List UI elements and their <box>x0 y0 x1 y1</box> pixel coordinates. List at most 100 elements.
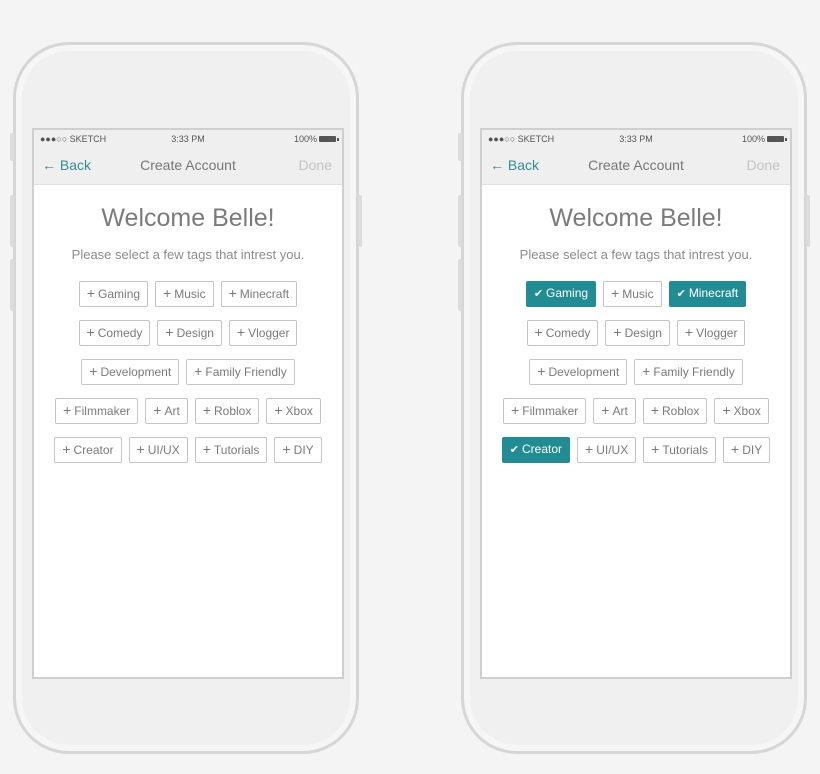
navigation-bar: ●●●○○ SKETCH 3:33 PM 100% ← Back Create … <box>482 130 790 185</box>
tag-creator-button[interactable]: ✔ Creator <box>501 437 571 463</box>
plus-icon: + <box>202 402 211 418</box>
tag-xbox-button[interactable]: + Xbox <box>714 398 769 424</box>
tag-label: DIY <box>293 443 314 457</box>
tag-label: Comedy <box>545 326 591 340</box>
instruction-text: Please select a few tags that intrest yo… <box>519 247 753 262</box>
tag-label: DIY <box>742 443 763 457</box>
plus-icon: + <box>650 402 659 418</box>
tag-creator-button[interactable]: + Creator <box>54 437 122 463</box>
tag-roblox-button[interactable]: + Roblox <box>194 398 260 424</box>
mute-switch <box>10 133 14 161</box>
tag-diy-button[interactable]: + DIY <box>274 437 322 463</box>
tag-row: + Creator + UI/UX + Tutorials + DIY <box>34 437 342 463</box>
welcome-heading: Welcome Belle! <box>549 204 723 232</box>
plus-icon: + <box>153 402 162 418</box>
tag-list: + Gaming + Music + Minecraft + Comedy + Design + Vl… <box>34 281 342 476</box>
tag-gaming-button[interactable]: + Gaming <box>78 281 149 307</box>
tag-label: Filmmaker <box>522 404 579 418</box>
tag-roblox-button[interactable]: + Roblox <box>642 398 708 424</box>
tag-ui-ux-button[interactable]: + UI/UX <box>128 437 188 463</box>
tag-label: Gaming <box>98 287 141 301</box>
tag-development-button[interactable]: + Development <box>81 359 180 385</box>
plus-icon: + <box>63 402 72 418</box>
status-bar: ●●●○○ SKETCH 3:33 PM 100% <box>34 134 342 148</box>
tag-filmmaker-button[interactable]: + Filmmaker <box>503 398 587 424</box>
plus-icon: + <box>731 441 740 457</box>
tag-row: + Filmmaker + Art + Roblox + Xbox <box>34 398 342 424</box>
tag-row: + Development + Family Friendly <box>34 359 342 385</box>
status-bar: ●●●○○ SKETCH 3:33 PM 100% <box>482 134 790 148</box>
plus-icon: + <box>537 363 546 379</box>
tag-label: Roblox <box>214 404 252 418</box>
tag-music-button[interactable]: + Music <box>155 281 214 307</box>
tag-design-button[interactable]: + Design <box>605 320 670 346</box>
done-button[interactable]: Done <box>747 157 780 173</box>
plus-icon: + <box>684 324 694 340</box>
tag-ui-ux-button[interactable]: + UI/UX <box>577 437 637 463</box>
battery-percent: 100% <box>293 134 317 144</box>
tag-label: Vlogger <box>696 326 738 340</box>
tag-vlogger-button[interactable]: + Vlogger <box>676 320 746 346</box>
tag-comedy-button[interactable]: + Comedy <box>78 320 151 346</box>
tag-tutorials-button[interactable]: + Tutorials <box>194 437 268 463</box>
tag-row: ✔ Creator + UI/UX + Tutorials + DIY <box>482 437 790 463</box>
volume-up-button <box>10 195 14 247</box>
volume-up-button <box>458 195 462 247</box>
tag-diy-button[interactable]: + DIY <box>723 437 771 463</box>
checkmark-icon: ✔ <box>533 288 544 300</box>
plus-icon: + <box>163 285 172 301</box>
welcome-heading: Welcome Belle! <box>101 204 275 232</box>
tag-row: + Filmmaker + Art + Roblox + Xbox <box>482 398 790 424</box>
tag-label: UI/UX <box>596 443 629 457</box>
instruction-text: Please select a few tags that intrest yo… <box>71 247 305 262</box>
checkmark-icon: ✔ <box>676 288 686 300</box>
plus-icon: + <box>585 441 594 457</box>
plus-icon: + <box>611 285 620 301</box>
tag-minecraft-button[interactable]: + Minecraft <box>220 281 298 307</box>
tag-row: + Gaming + Music + Minecraft <box>34 281 342 307</box>
tag-row: ✔ Gaming + Music ✔ Minecraft <box>482 281 790 307</box>
battery-percent: 100% <box>741 134 765 144</box>
tag-family-friendly-button[interactable]: + Family Friendly <box>634 359 743 385</box>
tag-art-button[interactable]: + Art <box>145 398 188 424</box>
tag-label: Xbox <box>733 404 761 418</box>
tag-xbox-button[interactable]: + Xbox <box>266 398 321 424</box>
plus-icon: + <box>282 441 291 457</box>
tag-vlogger-button[interactable]: + Vlogger <box>228 320 298 346</box>
tag-label: Filmmaker <box>74 404 131 418</box>
tag-label: Tutorials <box>662 443 708 457</box>
plus-icon: + <box>194 363 203 379</box>
tag-music-button[interactable]: + Music <box>603 281 662 307</box>
plus-icon: + <box>62 441 71 457</box>
tag-family-friendly-button[interactable]: + Family Friendly <box>186 359 295 385</box>
tag-label: Minecraft <box>239 287 290 301</box>
plus-icon: + <box>601 402 610 418</box>
tag-label: Design <box>624 326 662 340</box>
tag-comedy-button[interactable]: + Comedy <box>526 320 599 346</box>
plus-icon: + <box>136 441 145 457</box>
plus-icon: + <box>89 363 98 379</box>
plus-icon: + <box>534 324 543 340</box>
tag-development-button[interactable]: + Development <box>529 359 628 385</box>
tag-label: Art <box>164 404 180 418</box>
battery-icon <box>767 135 787 142</box>
tag-label: Roblox <box>662 404 700 418</box>
tag-label: Comedy <box>97 326 143 340</box>
tag-row: + Comedy + Design + Vlogger <box>482 320 790 346</box>
tag-gaming-button[interactable]: ✔ Gaming <box>525 281 597 307</box>
done-button[interactable]: Done <box>299 157 332 173</box>
page-title: Create Account <box>140 157 236 173</box>
page-title: Create Account <box>588 157 684 173</box>
plus-icon: + <box>86 324 95 340</box>
tag-label: Creator <box>73 443 114 457</box>
tag-art-button[interactable]: + Art <box>593 398 636 424</box>
plus-icon: + <box>228 285 237 301</box>
tag-design-button[interactable]: + Design <box>157 320 222 346</box>
phone-screen: ●●●○○ SKETCH 3:33 PM 100% ← Back Create … <box>480 128 792 679</box>
plus-icon: + <box>165 324 174 340</box>
tag-minecraft-button[interactable]: ✔ Minecraft <box>668 281 747 307</box>
phone-frame-right: ●●●○○ SKETCH 3:33 PM 100% ← Back Create … <box>458 42 810 754</box>
tag-tutorials-button[interactable]: + Tutorials <box>643 437 716 463</box>
volume-down-button <box>458 259 462 311</box>
tag-filmmaker-button[interactable]: + Filmmaker <box>55 398 139 424</box>
